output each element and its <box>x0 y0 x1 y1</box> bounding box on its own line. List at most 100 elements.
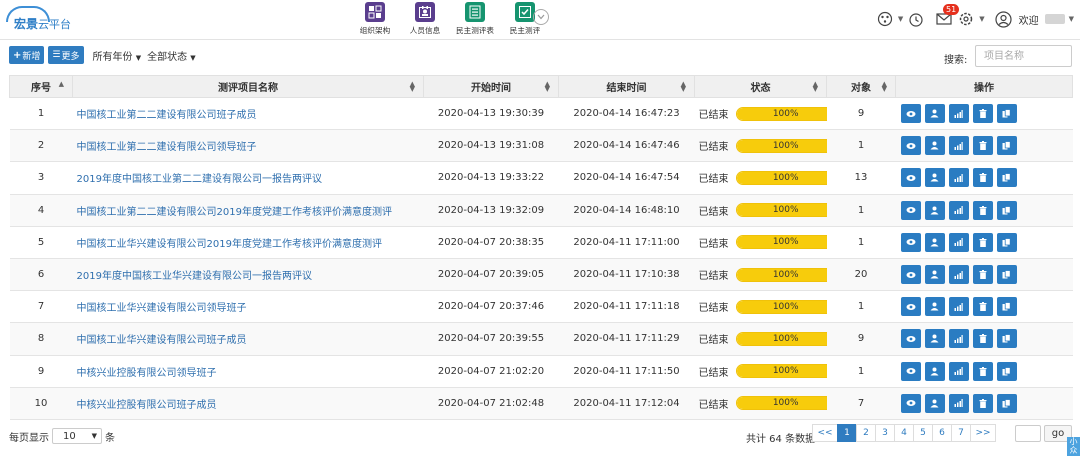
view-button[interactable] <box>900 232 921 252</box>
page-button[interactable]: 7 <box>951 424 971 442</box>
copy-button[interactable] <box>996 361 1017 381</box>
delete-button[interactable] <box>972 200 993 220</box>
project-name-link[interactable]: 中国核工业华兴建设有限公司班子成员 <box>72 322 424 356</box>
more-button[interactable]: ☰ 更多 <box>48 46 84 64</box>
user-assign-button[interactable] <box>924 168 945 188</box>
column-header-count[interactable]: 对象 ▲ ▼ <box>826 75 896 98</box>
stats-button[interactable] <box>948 393 969 413</box>
copy-button[interactable] <box>996 297 1017 317</box>
per-page-select[interactable]: 10 ▼ <box>52 428 102 444</box>
status-filter[interactable]: 全部状态 ▼ <box>147 48 196 63</box>
table-row[interactable]: 2 中国核工业第二二建设有限公司领导班子 2020-04-13 19:31:08… <box>9 129 1073 163</box>
stats-button[interactable] <box>948 136 969 156</box>
page-button[interactable]: 2 <box>856 424 876 442</box>
nav-org-structure[interactable]: 组织架构 <box>352 2 398 36</box>
gear-icon[interactable] <box>957 10 975 28</box>
table-row[interactable]: 5 中国核工业华兴建设有限公司2019年度党建工作考核评价满意度测评 2020-… <box>9 225 1073 259</box>
sort-icon[interactable]: ▲ ▼ <box>545 81 550 93</box>
nav-evaluation-form[interactable]: 民主测评表 <box>452 2 498 36</box>
table-row[interactable]: 4 中国核工业第二二建设有限公司2019年度党建工作考核评价满意度测评 2020… <box>9 193 1073 227</box>
view-button[interactable] <box>900 265 921 285</box>
view-button[interactable] <box>900 393 921 413</box>
delete-button[interactable] <box>972 232 993 252</box>
app-logo[interactable]: 宏景云平台 <box>6 6 71 32</box>
copy-button[interactable] <box>996 393 1017 413</box>
stats-button[interactable] <box>948 168 969 188</box>
delete-button[interactable] <box>972 361 993 381</box>
copy-button[interactable] <box>996 104 1017 124</box>
delete-button[interactable] <box>972 329 993 349</box>
table-row[interactable]: 10 中核兴业控股有限公司班子成员 2020-04-07 21:02:48 20… <box>9 386 1073 420</box>
sort-icon[interactable]: ▲ ▼ <box>813 81 818 93</box>
view-button[interactable] <box>900 329 921 349</box>
user-assign-button[interactable] <box>924 297 945 317</box>
user-assign-button[interactable] <box>924 329 945 349</box>
page-button[interactable]: 3 <box>875 424 895 442</box>
copy-button[interactable] <box>996 200 1017 220</box>
copy-button[interactable] <box>996 265 1017 285</box>
clock-icon[interactable] <box>907 10 925 28</box>
mail-icon[interactable]: 51 <box>935 4 960 28</box>
page-button[interactable]: 5 <box>913 424 933 442</box>
nav-person-info[interactable]: 人员信息 <box>402 2 448 36</box>
copy-button[interactable] <box>996 232 1017 252</box>
search-input[interactable] <box>975 45 1072 67</box>
view-button[interactable] <box>900 168 921 188</box>
table-row[interactable]: 8 中国核工业华兴建设有限公司班子成员 2020-04-07 20:39:55 … <box>9 322 1073 356</box>
copy-button[interactable] <box>996 168 1017 188</box>
view-button[interactable] <box>900 361 921 381</box>
stats-button[interactable] <box>948 232 969 252</box>
project-name-link[interactable]: 中国核工业第二二建设有限公司领导班子 <box>72 129 424 163</box>
sort-icon[interactable]: ▲ ▼ <box>882 81 887 93</box>
sort-icon[interactable]: ▲ <box>59 81 64 88</box>
delete-button[interactable] <box>972 104 993 124</box>
page-button[interactable]: 6 <box>932 424 952 442</box>
caret-down-icon[interactable]: ▼ <box>1069 15 1074 23</box>
project-name-link[interactable]: 中国核工业第二二建设有限公司班子成员 <box>72 96 424 131</box>
user-avatar-icon[interactable] <box>995 10 1013 28</box>
view-button[interactable] <box>900 297 921 317</box>
stats-button[interactable] <box>948 361 969 381</box>
view-button[interactable] <box>900 200 921 220</box>
column-header-start[interactable]: 开始时间 ▲ ▼ <box>423 75 559 98</box>
copy-button[interactable] <box>996 329 1017 349</box>
last-page-button[interactable]: >> <box>970 424 996 442</box>
page-jump-input[interactable] <box>1015 425 1041 442</box>
table-row[interactable]: 9 中核兴业控股有限公司领导班子 2020-04-07 21:02:20 202… <box>9 354 1073 388</box>
project-name-link[interactable]: 中国核工业华兴建设有限公司领导班子 <box>72 290 424 324</box>
project-name-link[interactable]: 2019年度中国核工业华兴建设有限公司一报告两评议 <box>72 257 424 292</box>
user-assign-button[interactable] <box>924 265 945 285</box>
year-filter[interactable]: 所有年份 ▼ <box>93 48 142 63</box>
stats-button[interactable] <box>948 200 969 220</box>
column-header-status[interactable]: 状态 ▲ ▼ <box>694 75 827 98</box>
sort-icon[interactable]: ▲ ▼ <box>681 81 686 93</box>
chevron-down-icon[interactable] <box>533 9 549 25</box>
add-button[interactable]: + 新增 <box>9 46 45 64</box>
project-name-link[interactable]: 中国核工业第二二建设有限公司2019年度党建工作考核评价满意度测评 <box>72 193 424 227</box>
stats-button[interactable] <box>948 329 969 349</box>
project-name-link[interactable]: 中核兴业控股有限公司领导班子 <box>72 354 424 388</box>
stats-button[interactable] <box>948 297 969 317</box>
table-row[interactable]: 1 中国核工业第二二建设有限公司班子成员 2020-04-13 19:30:39… <box>9 96 1073 131</box>
user-assign-button[interactable] <box>924 136 945 156</box>
table-row[interactable]: 7 中国核工业华兴建设有限公司领导班子 2020-04-07 20:37:46 … <box>9 290 1073 324</box>
sort-icon[interactable]: ▲ ▼ <box>410 81 415 93</box>
project-name-link[interactable]: 中国核工业华兴建设有限公司2019年度党建工作考核评价满意度测评 <box>72 225 424 259</box>
caret-down-icon[interactable]: ▼ <box>898 15 903 23</box>
username[interactable] <box>1044 14 1065 24</box>
stats-button[interactable] <box>948 265 969 285</box>
view-button[interactable] <box>900 136 921 156</box>
page-button[interactable]: 4 <box>894 424 914 442</box>
table-row[interactable]: 3 2019年度中国核工业第二二建设有限公司一报告两评议 2020-04-13 … <box>9 161 1073 195</box>
theme-icon[interactable] <box>876 10 894 28</box>
user-assign-button[interactable] <box>924 200 945 220</box>
user-assign-button[interactable] <box>924 104 945 124</box>
user-assign-button[interactable] <box>924 393 945 413</box>
column-header-no[interactable]: 序号 ▲ <box>9 75 73 98</box>
copy-button[interactable] <box>996 136 1017 156</box>
first-page-button[interactable]: << <box>812 424 838 442</box>
project-name-link[interactable]: 中核兴业控股有限公司班子成员 <box>72 386 424 420</box>
view-button[interactable] <box>900 104 921 124</box>
delete-button[interactable] <box>972 265 993 285</box>
table-row[interactable]: 6 2019年度中国核工业华兴建设有限公司一报告两评议 2020-04-07 2… <box>9 257 1073 292</box>
